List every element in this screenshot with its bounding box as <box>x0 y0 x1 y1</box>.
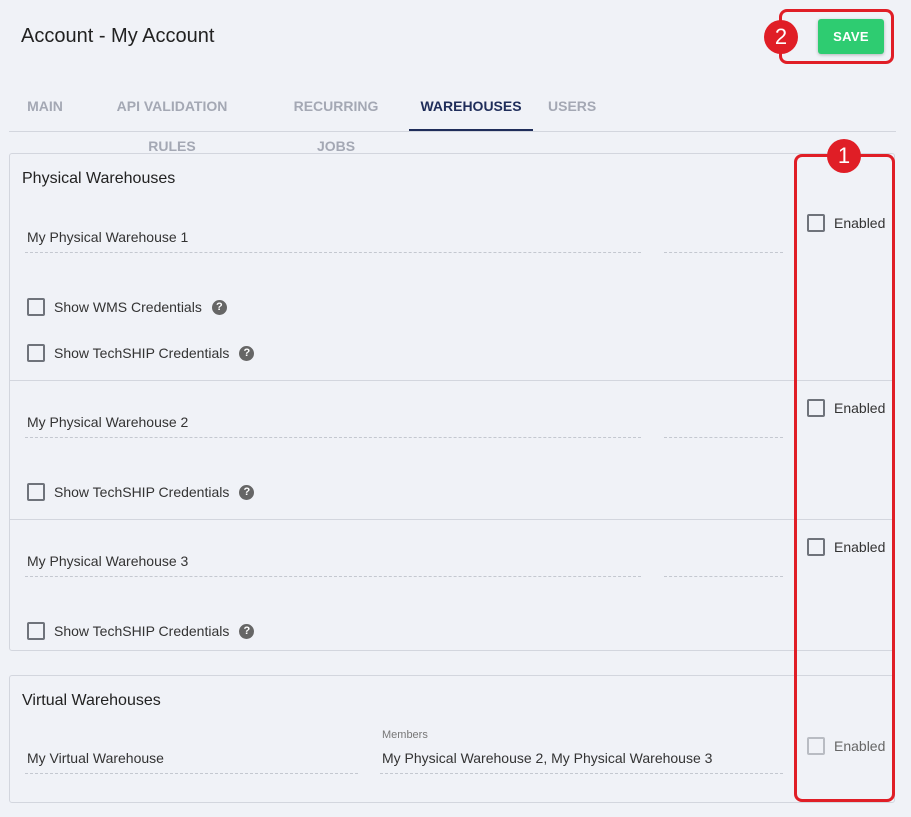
question-circle-icon[interactable]: ? <box>239 623 255 639</box>
virtual-warehouse-members-field[interactable]: Members My Physical Warehouse 2, My Phys… <box>380 729 783 774</box>
warehouse-1-name: My Physical Warehouse 1 <box>27 229 189 245</box>
members-label: Members <box>382 729 428 741</box>
physical-warehouses-title: Physical Warehouses <box>22 170 176 187</box>
checkbox-icon[interactable] <box>27 483 45 501</box>
show-techship-credentials-label: Show TechSHIP Credentials <box>54 484 230 500</box>
checkbox-icon[interactable] <box>27 622 45 640</box>
checkbox-icon[interactable] <box>27 298 45 316</box>
question-circle-icon[interactable]: ? <box>239 484 255 500</box>
annotation-highlight-enabled-column <box>794 154 895 802</box>
warehouse-1-show-techship-credentials[interactable]: Show TechSHIP Credentials ? <box>27 343 255 363</box>
show-wms-credentials-label: Show WMS Credentials <box>54 299 202 315</box>
warehouse-2-secondary-field[interactable] <box>664 401 783 438</box>
tab-users[interactable]: USERS <box>548 86 596 131</box>
tab-recurring-jobs[interactable]: RECURRING JOBS <box>279 86 393 154</box>
warehouse-1-secondary-field[interactable] <box>664 216 783 253</box>
virtual-warehouses-card: Virtual Warehouses My Virtual Warehouse … <box>9 675 895 803</box>
physical-warehouses-card: Physical Warehouses My Physical Warehous… <box>9 153 895 651</box>
show-techship-credentials-label: Show TechSHIP Credentials <box>54 345 230 361</box>
tab-bar: MAIN API VALIDATION RULES RECURRING JOBS… <box>9 86 896 154</box>
tab-api-validation-rules[interactable]: API VALIDATION RULES <box>97 86 247 154</box>
members-value: My Physical Warehouse 2, My Physical War… <box>382 750 713 766</box>
row-divider <box>10 380 894 381</box>
tab-main[interactable]: MAIN <box>27 86 63 131</box>
annotation-badge-1: 1 <box>827 139 861 173</box>
tab-warehouses[interactable]: WAREHOUSES <box>409 86 533 131</box>
show-techship-credentials-label: Show TechSHIP Credentials <box>54 623 230 639</box>
warehouse-1-name-field[interactable]: My Physical Warehouse 1 <box>25 216 641 253</box>
checkbox-icon[interactable] <box>27 344 45 362</box>
page-title: Account - My Account <box>21 25 215 47</box>
virtual-warehouse-name: My Virtual Warehouse <box>27 750 164 766</box>
warehouse-2-show-techship-credentials[interactable]: Show TechSHIP Credentials ? <box>27 482 255 502</box>
row-divider <box>10 519 894 520</box>
virtual-warehouses-title: Virtual Warehouses <box>22 692 161 709</box>
warehouse-3-show-techship-credentials[interactable]: Show TechSHIP Credentials ? <box>27 621 255 641</box>
warehouse-3-secondary-field[interactable] <box>664 540 783 577</box>
warehouse-3-name-field[interactable]: My Physical Warehouse 3 <box>25 540 641 577</box>
warehouse-2-name: My Physical Warehouse 2 <box>27 414 189 430</box>
virtual-warehouse-name-field[interactable]: My Virtual Warehouse <box>25 737 358 774</box>
warehouse-1-show-wms-credentials[interactable]: Show WMS Credentials ? <box>27 297 227 317</box>
question-circle-icon[interactable]: ? <box>211 299 227 315</box>
question-circle-icon[interactable]: ? <box>239 345 255 361</box>
warehouse-3-name: My Physical Warehouse 3 <box>27 553 189 569</box>
annotation-badge-2: 2 <box>764 20 798 54</box>
warehouse-2-name-field[interactable]: My Physical Warehouse 2 <box>25 401 641 438</box>
